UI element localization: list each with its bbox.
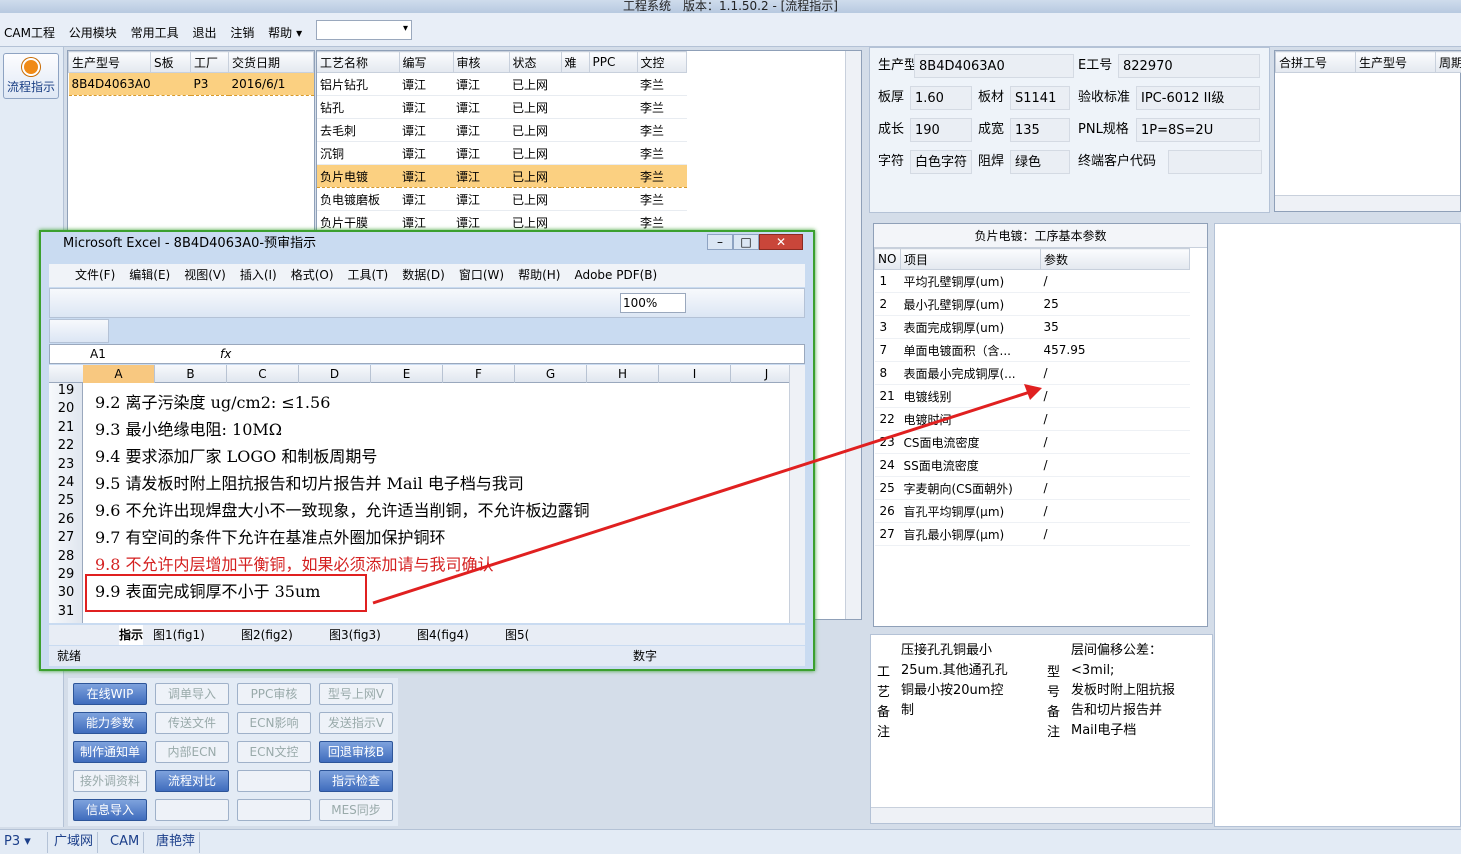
arrow-annotation — [372, 384, 1042, 605]
